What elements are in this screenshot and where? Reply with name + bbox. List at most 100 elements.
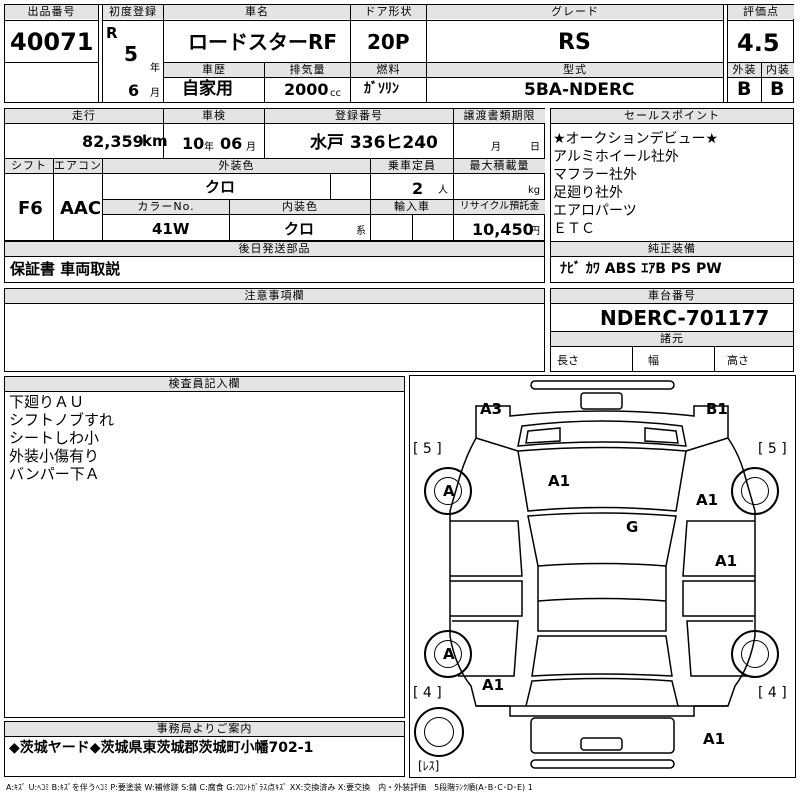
chassis-number: NDERC-701177 [600,306,770,330]
later-parts-label: 後日発送部品 [5,242,544,256]
office-label: 事務局よりご案内 [5,722,404,736]
int-score: B [770,78,785,100]
mark-b1: B1 [706,400,728,418]
inspector-note: バンパー下Ａ [9,465,100,483]
sales-point: アルミホイール社外 [553,149,679,165]
sales-points-label: セールスポイント [551,109,793,123]
ac-label: エアコン [54,159,102,173]
displacement: 2000 [284,80,329,99]
car-damage-diagram: A3 B1 A1 A1 G A1 A1 A1 A A [ 5 ] [ 5 ] [… [409,375,796,778]
recycle-unit: 円 [530,226,540,237]
reg-year: 5 [124,42,138,66]
mark-rear: A1 [703,730,726,748]
shift-label: シフト [5,159,53,173]
inspector-notes: 下廻りＡＵ シフトノブすれ シートしわ小 外装小傷有り バンパー下Ａ [9,393,114,483]
load-label: 最大積載量 [454,159,545,173]
car-outline [449,380,756,769]
tire-front-right: [ 5 ] [758,441,787,457]
interior-label: 内装色 [230,200,370,214]
grade: RS [558,30,591,55]
displacement-unit: cc [330,88,341,99]
fuel: ｶﾞｿﾘﾝ [364,81,399,97]
month-unit: 月 [150,88,160,99]
model: 5BA-NDERC [524,80,635,100]
legend: A:ｷｽﾞ U:ﾍｺﾐ B:ｷｽﾞを伴うﾍｺﾐ P:要塗装 W:補修跡 S:錆 … [6,783,533,792]
displacement-label: 排気量 [265,63,350,77]
spec-height: 高さ [727,354,749,367]
capacity: 2 [412,179,424,198]
reg-number: 水戸 336ヒ240 [310,133,438,153]
capacity-unit: 人 [438,185,448,196]
car-name-label: 車名 [164,5,350,19]
transfer-month-unit: 月 [491,142,501,153]
sales-point: ★オークションデビュー★ [553,131,719,147]
capacity-label: 乗車定員 [371,159,453,173]
color-label: 外装色 [103,159,370,173]
lot-no-label: 出品番号 [5,5,98,19]
score-label: 評価点 [728,5,794,19]
mark-a3: A3 [480,400,503,418]
notes-label: 注意事項欄 [5,289,544,303]
tire-rear-left: [ 4 ] [413,685,442,701]
sales-point: エアロパーツ [553,203,637,219]
shift: F6 [18,198,43,219]
insp-year: 10 [182,134,205,153]
mileage: 82,359 [82,132,144,151]
mark-door-right: A1 [715,552,738,570]
history: 自家用 [182,79,233,99]
transfer-label: 譲渡書類期限 [454,109,545,123]
later-parts-text: 保証書 車両取説 [10,260,121,278]
mark-roof: G [626,518,639,536]
inspection-label: 車検 [164,109,264,123]
tire-front-left: [ 5 ] [413,441,442,457]
equipment-label: 純正装備 [551,242,793,256]
interior-unit: 系 [356,226,366,237]
sales-point: ＥＴＣ [553,221,595,237]
transfer-day-unit: 日 [530,142,540,153]
history-label: 車歴 [164,63,264,77]
inspector-note: 外装小傷有り [9,447,100,465]
score: 4.5 [737,29,780,57]
detail-grid [4,108,545,241]
first-reg-label: 初度登録 [103,5,163,19]
ext-score: B [737,78,752,100]
inspector-note: シフトノブすれ [9,411,115,429]
door-type: 20P [367,30,410,54]
door-label: ドア形状 [351,5,426,19]
insp-year-unit: 年 [204,142,214,153]
tire-spare: [ﾚｽ] [418,759,440,773]
equipment-text: ﾅﾋﾞ ｶﾜ ABS ｴｱB PS PW [560,261,722,277]
inspector-note: 下廻りＡＵ [9,393,85,411]
spec-width: 幅 [648,354,659,367]
mark-wheel-fl: A [443,482,455,500]
recycle-label: リサイクル預託金 [454,200,545,214]
era: R [106,24,118,42]
specs-label: 諸元 [551,332,793,346]
mark-fender-right: A1 [696,491,719,509]
office-text: ◆茨城ヤード◆茨城県東茨城郡茨城町小幡702-1 [9,740,314,756]
sales-points-list: ★オークションデビュー★ アルミホイール社外 マフラー社外 足廻り社外 エアロパ… [553,130,718,238]
year-unit: 年 [150,63,160,74]
mark-quarter-left: A1 [482,676,505,694]
sales-point: 足廻り社外 [553,185,623,201]
color-no-label: カラーNo. [103,200,229,214]
mileage-unit: km [142,132,168,150]
load-unit: kg [528,185,541,196]
spec-length: 長さ [557,354,579,367]
insp-month-unit: 月 [246,142,256,153]
lot-no: 40071 [10,28,94,56]
color: クロ [205,178,236,196]
mark-wheel-rl: A [443,645,455,663]
sales-point: マフラー社外 [553,167,637,183]
color-no: 41W [152,220,190,238]
int-label: 内装 [762,63,794,77]
interior: クロ [284,220,315,238]
tire-rear-right: [ 4 ] [758,685,787,701]
inspector-note: シートしわ小 [9,429,100,447]
import-label: 輸入車 [371,200,453,214]
inspector-label: 検査員記入欄 [5,377,404,391]
mark-hood: A1 [548,472,571,490]
mileage-label: 走行 [5,109,163,123]
reg-month: 6 [128,81,140,100]
ac: AAC [60,198,102,219]
